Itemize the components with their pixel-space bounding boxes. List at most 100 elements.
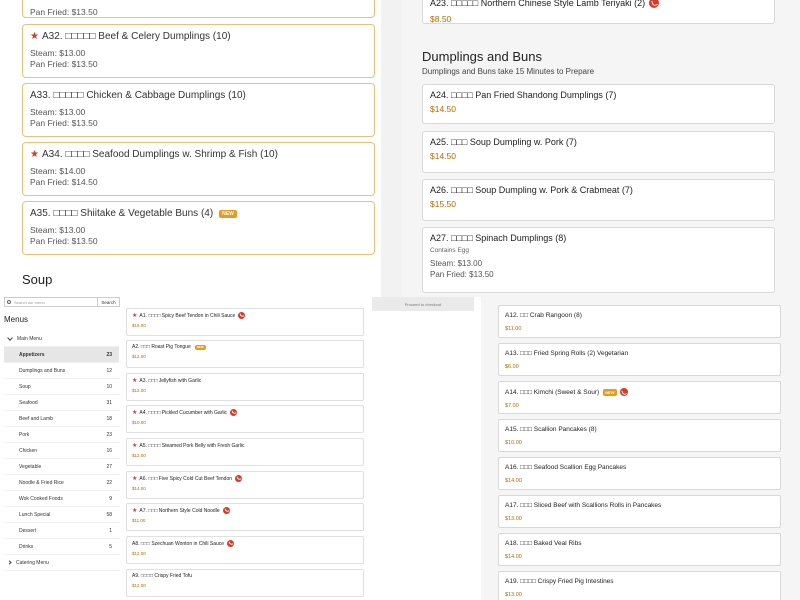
chili-icon xyxy=(222,507,230,514)
category-list: Main Menu Appetizers 23 Dumplings and Bun… xyxy=(4,331,119,571)
sidebar-item-label: Appetizers xyxy=(19,351,45,358)
sidebar-item-lunch-special[interactable]: Lunch Special 58 xyxy=(4,507,119,523)
search-input[interactable]: Search our menu xyxy=(4,297,98,307)
star-icon: ★ xyxy=(132,378,138,384)
sidebar-item-count: 16 xyxy=(106,447,112,454)
menu-item-card-a12[interactable]: A12. □□ Crab Rangoon (8) $11.00 xyxy=(498,305,781,338)
menu-item-card-a32[interactable]: ★ A32. □□□□□ Beef & Celery Dumplings (10)… xyxy=(22,24,375,78)
star-icon: ★ xyxy=(132,443,138,449)
item-price: $14.00 xyxy=(505,554,522,560)
sidebar-item-pork[interactable]: Pork 23 xyxy=(4,427,119,443)
sidebar-item-vegetable[interactable]: Vegetable 27 xyxy=(4,459,119,475)
item-name: □□□□ Shiitake & Vegetable Buns (4) xyxy=(53,208,214,219)
star-icon: ★ xyxy=(30,31,39,42)
sidebar-item-count: 5 xyxy=(109,543,112,550)
sidebar-item-appetizers[interactable]: Appetizers 23 xyxy=(4,347,119,363)
sidebar-item-beef-lamb[interactable]: Beef and Lamb 18 xyxy=(4,411,119,427)
sidebar-item-count: 1 xyxy=(109,527,112,534)
menu-item-card-a17[interactable]: A17. □□□ Sliced Beef with Scallions Roll… xyxy=(498,495,781,528)
menu-item-card-a14[interactable]: A14. □□□ Kimchi (Sweet & Sour) NEW $7.00 xyxy=(498,381,781,414)
item-title: A12. □□ Crab Rangoon (8) xyxy=(505,312,582,319)
menu-item-card-a23[interactable]: A23. □□□□□ Northern Chinese Style Lamb T… xyxy=(422,0,775,24)
item-title: A15. □□□ Scallion Pancakes (8) xyxy=(505,426,597,433)
catering-menu-toggle[interactable]: Catering Menu xyxy=(4,555,119,571)
search-icon xyxy=(7,300,11,304)
menu-item-card-a5[interactable]: ★ A5. □□□□ Steamed Pork Belly with Fresh … xyxy=(126,438,364,466)
menu-item-card-a3[interactable]: ★ A3. □□□ Jellyfish with Garlic $12.00 xyxy=(126,373,364,401)
sidebar-item-label: Drinks xyxy=(19,543,34,550)
sidebar-item-count: 12 xyxy=(106,367,112,374)
sidebar-item-chicken[interactable]: Chicken 16 xyxy=(4,443,119,459)
sidebar-item-dessert[interactable]: Dessert 1 xyxy=(4,523,119,539)
item-title: A4. □□□□ Pickled Cucumber with Garlic xyxy=(139,409,228,416)
star-icon: ★ xyxy=(132,508,138,514)
menu-item-card-a15[interactable]: A15. □□□ Scallion Pancakes (8) $10.00 xyxy=(498,419,781,452)
menu-item-card-a6[interactable]: ★ A6. □□□ Five Spicy Cold Cut Beef Tendon… xyxy=(126,471,364,499)
menu-item-card-a4[interactable]: ★ A4. □□□□ Pickled Cucumber with Garlic $… xyxy=(126,405,364,433)
item-title: A26. □□□□ Soup Dumpling w. Pork & Crabme… xyxy=(430,185,633,195)
item-name: □□□□ Seafood Dumplings w. Shrimp & Fish … xyxy=(65,149,278,160)
item-price: $15.00 xyxy=(132,323,146,328)
menu-item-card-a16[interactable]: A16. □□□ Seafood Scallion Egg Pancakes $… xyxy=(498,457,781,490)
item-title: A18. □□□ Baked Veal Ribs xyxy=(505,540,582,547)
menu-item-card-a19[interactable]: A19. □□□□ Crispy Fried Pig Intestines $1… xyxy=(498,571,781,600)
sidebar-item-label: Noodle & Fried Rice xyxy=(19,479,64,486)
menu-item-card-a33[interactable]: A33. □□□□□ Chicken & Cabbage Dumplings (… xyxy=(22,83,375,137)
menu-item-card-a34[interactable]: ★ A34. □□□□ Seafood Dumplings w. Shrimp &… xyxy=(22,142,375,196)
item-price: $14.00 xyxy=(132,486,146,491)
item-code: A34. xyxy=(41,149,63,160)
item-code: A33. xyxy=(30,90,51,101)
item-price: $14.00 xyxy=(505,478,522,484)
sidebar-item-label: Vegetable xyxy=(19,463,42,470)
menu-item-card-a1[interactable]: ★ A1. □□□□ Spicy Beef Tendon in Chili Sau… xyxy=(126,308,364,336)
search-button[interactable]: Search xyxy=(98,297,120,307)
sidebar-item-wok[interactable]: Wok Cooked Foods 9 xyxy=(4,491,119,507)
item-price: $11.00 xyxy=(132,518,146,523)
sidebar-item-seafood[interactable]: Seafood 31 xyxy=(4,395,119,411)
item-title: A8. □□□ Szechuan Wonton in Chili Sauce xyxy=(132,540,225,547)
item-title: A7. □□□ Northern Style Cold Noodle xyxy=(139,507,220,514)
main-menu-toggle[interactable]: Main Menu xyxy=(4,331,119,347)
new-badge: NEW xyxy=(194,344,206,350)
menu-item-card-a7[interactable]: ★ A7. □□□ Northern Style Cold Noodle $11.… xyxy=(126,503,364,531)
sidebar-item-soup[interactable]: Soup 10 xyxy=(4,379,119,395)
menu-item-card-a27[interactable]: A27. □□□□ Spinach Dumplings (8) Contains… xyxy=(422,227,775,293)
top-right-panel: A23. □□□□□ Northern Chinese Style Lamb T… xyxy=(402,0,800,297)
menu-item-card-a8[interactable]: A8. □□□ Szechuan Wonton in Chili Sauce $… xyxy=(126,536,364,564)
allergen-note: Contains Egg xyxy=(430,247,470,254)
item-price: $12.00 xyxy=(132,583,146,588)
menu-item-card-a25[interactable]: A25. □□□ Soup Dumpling w. Pork (7) $14.5… xyxy=(422,131,775,173)
menu-item-card-a9[interactable]: A9. □□□□ Crispy Fried Tofu $12.00 xyxy=(126,569,364,597)
sidebar-item-count: 58 xyxy=(106,511,112,518)
item-name: □□□□□ Beef & Celery Dumplings (10) xyxy=(65,31,231,42)
menu-item-card-a24[interactable]: A24. □□□□ Pan Fried Shandong Dumplings (… xyxy=(422,84,775,124)
menu-item-card-a18[interactable]: A18. □□□ Baked Veal Ribs $14.00 xyxy=(498,533,781,566)
menu-item-card-a26[interactable]: A26. □□□□ Soup Dumpling w. Pork & Crabme… xyxy=(422,179,775,221)
item-price: $14.50 xyxy=(430,151,456,161)
chili-icon xyxy=(235,475,243,482)
menu-item-card-a2[interactable]: A2. □□□ Roast Pig Tongue NEW $12.00 xyxy=(126,340,364,368)
sidebar-item-label: Chicken xyxy=(19,447,38,454)
steam-price: Steam: $13.00 xyxy=(430,259,483,268)
chevron-down-icon xyxy=(7,334,13,341)
main-menu-label: Main Menu xyxy=(17,335,42,342)
item-price: $7.00 xyxy=(505,403,519,409)
item-title: A16. □□□ Seafood Scallion Egg Pancakes xyxy=(505,464,627,471)
sidebar-item-dumplings[interactable]: Dumplings and Buns 12 xyxy=(4,363,119,379)
menus-title: Menus xyxy=(4,315,29,324)
item-title: A23. □□□□□ Northern Chinese Style Lamb T… xyxy=(430,0,646,8)
steam-price: Steam: $14.00 xyxy=(30,166,86,176)
checkout-button[interactable]: Proceed to checkout xyxy=(372,297,474,311)
sidebar-item-label: Dessert xyxy=(19,527,37,534)
sidebar-item-drinks[interactable]: Drinks 5 xyxy=(4,539,119,555)
star-icon: ★ xyxy=(30,149,39,160)
menu-item-card-a13[interactable]: A13. □□□ Fried Spring Rolls (2) Vegetari… xyxy=(498,343,781,376)
item-title: A1. □□□□ Spicy Beef Tendon in Chili Sauc… xyxy=(139,312,236,319)
catering-menu-label: Catering Menu xyxy=(16,559,49,566)
star-icon: ★ xyxy=(132,476,138,482)
pan-fried-price: Pan Fried: $13.50 xyxy=(30,118,98,128)
sidebar-item-noodle-rice[interactable]: Noodle & Fried Rice 22 xyxy=(4,475,119,491)
sidebar-item-label: Wok Cooked Foods xyxy=(19,495,63,502)
menu-item-card-partial[interactable]: Pan Fried: $13.50 xyxy=(22,0,375,18)
menu-item-card-a35[interactable]: A35. □□□□ Shiitake & Vegetable Buns (4) N… xyxy=(22,201,375,255)
